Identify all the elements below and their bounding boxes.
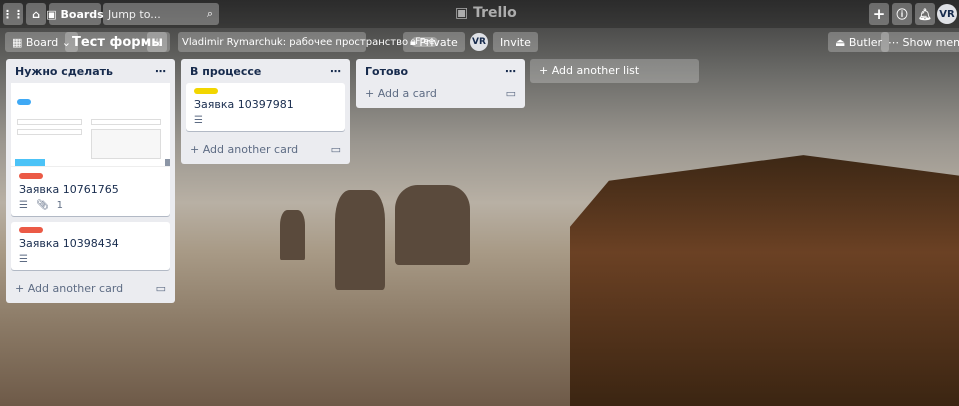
list-menu-icon[interactable]: ⋯ bbox=[505, 65, 516, 78]
logo-text: Trello bbox=[473, 5, 517, 21]
description-icon: ☰ bbox=[19, 254, 28, 265]
card-template-icon[interactable]: ▭ bbox=[506, 87, 516, 100]
info-icon[interactable]: ⓘ bbox=[892, 3, 912, 25]
butler-label: Butler bbox=[848, 35, 883, 49]
card[interactable]: Заявка 10761765 ☰ 📎︎ 1 bbox=[11, 83, 170, 216]
workspace-name: Vladimir Rymarchuk: рабочее пространство bbox=[182, 36, 409, 48]
boards-label: Boards bbox=[60, 7, 104, 21]
description-icon: ☰ bbox=[19, 200, 28, 211]
show-menu-button[interactable]: ⋯ Show menu bbox=[881, 32, 959, 52]
top-header: ⋮⋮ ⌂ ▣ Boards Jump to... ⌕ ▣ Trello + ⓘ 🔔… bbox=[0, 0, 959, 28]
attachment-count: 1 bbox=[56, 200, 64, 211]
background-rock bbox=[335, 190, 385, 290]
card-title: Заявка 10761765 bbox=[19, 183, 119, 196]
trello-logo[interactable]: ▣ Trello bbox=[455, 5, 517, 21]
list-title[interactable]: Готово bbox=[365, 65, 408, 78]
search-icon: ⌕ bbox=[206, 7, 213, 20]
search-placeholder: Jump to... bbox=[108, 7, 161, 21]
create-icon[interactable]: + bbox=[869, 3, 889, 25]
search-input[interactable]: Jump to... ⌕ bbox=[103, 3, 219, 25]
list-in-progress: В процессе ⋯ Заявка 10397981 ☰ + Add anot… bbox=[181, 59, 350, 164]
card-label bbox=[194, 88, 218, 94]
add-card-label: Add a card bbox=[377, 87, 437, 100]
add-card-button[interactable]: + Add a card bbox=[365, 87, 437, 100]
card[interactable]: Заявка 10397981 ☰ bbox=[186, 83, 345, 131]
card-label bbox=[19, 173, 43, 179]
invite-button[interactable]: Invite bbox=[493, 32, 538, 52]
card[interactable]: Заявка 10398434 ☰ bbox=[11, 222, 170, 270]
show-menu-label: Show menu bbox=[902, 35, 959, 49]
add-card-label: Add another card bbox=[202, 143, 299, 156]
add-card-label: Add another card bbox=[27, 282, 124, 295]
card-template-icon[interactable]: ▭ bbox=[331, 143, 341, 156]
workspace-button[interactable]: Vladimir Rymarchuk: рабочее пространство… bbox=[178, 32, 439, 52]
more-icon: ⋯ bbox=[888, 35, 903, 49]
card-template-icon[interactable]: ▭ bbox=[156, 282, 166, 295]
list-menu-icon[interactable]: ⋯ bbox=[155, 65, 166, 78]
add-list-label: Add another list bbox=[551, 64, 640, 77]
add-card-button[interactable]: + Add another card bbox=[190, 143, 298, 156]
notification-bell-icon[interactable]: 🔔︎ bbox=[915, 3, 935, 25]
view-label: Board bbox=[25, 35, 59, 49]
card-title: Заявка 10397981 bbox=[194, 98, 294, 111]
list-todo: Нужно сделать ⋯ Заявка 10761765 ☰ 📎︎ 1 Заяв… bbox=[6, 59, 175, 303]
background-rock bbox=[280, 210, 305, 260]
home-icon[interactable]: ⌂ bbox=[26, 3, 46, 25]
list-menu-icon[interactable]: ⋯ bbox=[330, 65, 341, 78]
card-title: Заявка 10398434 bbox=[19, 237, 119, 250]
add-list-button[interactable]: + Add another list bbox=[530, 59, 699, 83]
background-cliff bbox=[570, 155, 959, 406]
lock-icon: 🔒︎ bbox=[410, 35, 420, 48]
list-done: Готово ⋯ + Add a card ▭ bbox=[356, 59, 525, 108]
visibility-label: Private bbox=[419, 35, 458, 49]
apps-icon[interactable]: ⋮⋮ bbox=[2, 3, 24, 25]
list-title[interactable]: Нужно сделать bbox=[15, 65, 113, 78]
description-icon: ☰ bbox=[194, 115, 203, 126]
visibility-button[interactable]: 🔒︎ Private bbox=[403, 32, 465, 52]
boards-icon: ▣ bbox=[46, 7, 61, 21]
list-title[interactable]: В процессе bbox=[190, 65, 261, 78]
user-avatar[interactable]: VR bbox=[937, 4, 957, 24]
butler-icon: ⏏ bbox=[835, 35, 849, 49]
add-card-button[interactable]: + Add another card bbox=[15, 282, 123, 295]
star-icon[interactable]: ☆ bbox=[147, 32, 167, 52]
background-rock bbox=[395, 185, 470, 265]
boards-button[interactable]: ▣ Boards bbox=[46, 3, 104, 25]
butler-button[interactable]: ⏏ Butler bbox=[828, 32, 890, 52]
attachment-icon: 📎︎ bbox=[35, 200, 49, 211]
card-label bbox=[19, 227, 43, 233]
member-avatar[interactable]: VR bbox=[470, 33, 488, 51]
card-cover-image bbox=[11, 83, 170, 167]
